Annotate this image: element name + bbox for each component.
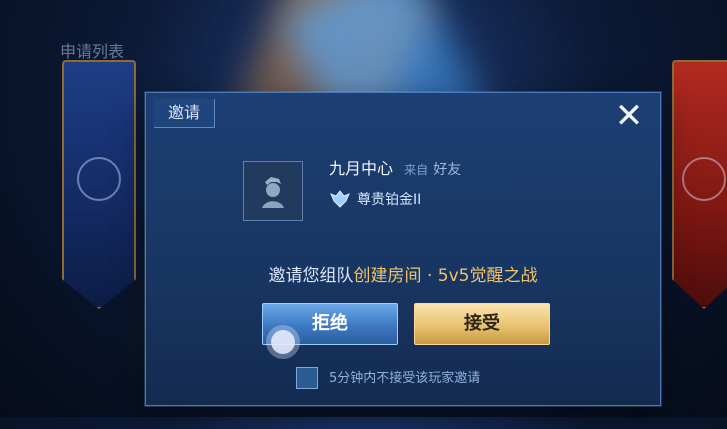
from-label: 来自 [404, 163, 429, 177]
rank-emblem-icon [330, 190, 350, 208]
invite-mode: 创建房间 · 5v5觉醒之战 [353, 266, 538, 286]
player-avatar-icon [262, 177, 284, 208]
player-name: 九月中心 [329, 159, 394, 178]
right-team-emblem-icon [682, 157, 726, 201]
invite-prefix: 邀请您组队 [268, 266, 354, 286]
player-rank-row: 尊贵铂金II [329, 189, 421, 209]
right-team-banner [672, 60, 727, 309]
application-list-title: 申请列表 [60, 42, 125, 61]
player-avatar [243, 161, 303, 221]
friend-label: 好友 [433, 162, 462, 178]
dialog-title: 邀请 [154, 99, 215, 128]
touch-cursor-icon [271, 330, 295, 354]
left-team-emblem-icon [77, 157, 121, 201]
player-rank: 尊贵铂金II [357, 192, 422, 208]
accept-button[interactable]: 接受 [414, 303, 550, 345]
invite-message: 邀请您组队创建房间 · 5v5觉醒之战 [146, 261, 660, 286]
decline-invites-label[interactable]: 5分钟内不接受该玩家邀请 [329, 367, 480, 386]
close-icon[interactable]: ✕ [612, 99, 646, 133]
invitation-dialog: 邀请 ✕ 九月中心 来自 好友 尊贵铂金II 邀请您组队创建房间 · 5v5觉醒… [145, 92, 661, 406]
decline-invites-checkbox[interactable] [296, 367, 318, 389]
player-name-row: 九月中心 来自 好友 [329, 155, 461, 179]
left-team-banner [62, 60, 136, 309]
